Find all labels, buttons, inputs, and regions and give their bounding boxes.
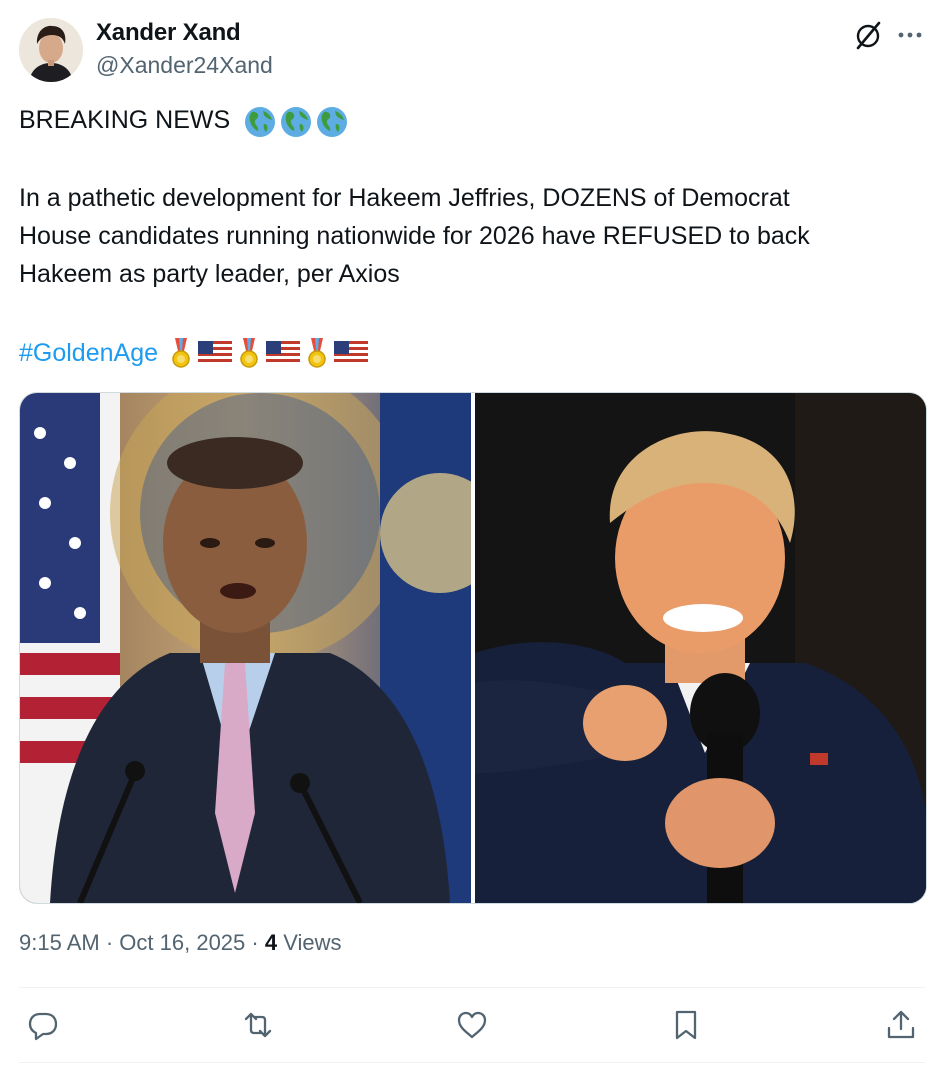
meta-separator: ·: [251, 930, 259, 955]
divider: [19, 1062, 925, 1063]
more-options-icon[interactable]: [893, 20, 927, 50]
tweet-date[interactable]: Oct 16, 2025: [119, 930, 245, 955]
military-medal-icon: [172, 338, 190, 368]
tweet-body-line-3: Hakeem as party leader, per Axios: [19, 260, 400, 288]
hashtag-link[interactable]: #GoldenAge: [19, 339, 158, 368]
tweet-headline: BREAKING NEWS: [19, 106, 231, 134]
military-medal-icon: [308, 338, 326, 368]
tweet-body-line-2: House candidates running nationwide for …: [19, 222, 810, 250]
bookmark-button[interactable]: [669, 1008, 703, 1042]
like-button[interactable]: [455, 1008, 489, 1042]
media-photo-2[interactable]: [475, 393, 926, 903]
reply-button[interactable]: [26, 1008, 60, 1042]
retweet-icon: [244, 1012, 272, 1038]
tweet-media-grid: [19, 392, 927, 904]
like-icon: [457, 1011, 487, 1039]
hashtag-emojis: [170, 337, 369, 369]
views-count: 4: [264, 930, 278, 955]
author-handle[interactable]: @Xander24Xand: [96, 52, 273, 79]
share-button[interactable]: [884, 1008, 918, 1042]
author-avatar[interactable]: [19, 18, 83, 82]
tweet-time[interactable]: 9:15 AM: [19, 930, 100, 955]
meta-separator: ·: [105, 930, 114, 955]
avatar-image: [19, 18, 83, 82]
military-medal-icon: [240, 338, 258, 368]
earth-globe-americas-icon: [245, 107, 275, 137]
tweet-body-line-1: In a pathetic development for Hakeem Jef…: [19, 184, 790, 212]
share-icon: [887, 1010, 915, 1039]
retweet-button[interactable]: [241, 1008, 275, 1042]
bookmark-icon: [675, 1010, 697, 1040]
tweet-meta: 9:15 AM · Oct 16, 2025 · 4 Views: [19, 930, 342, 956]
earth-globe-americas-icon: [281, 107, 311, 137]
hashtag-line: #GoldenAge: [19, 337, 369, 369]
divider: [19, 987, 925, 988]
us-flag-icon: [266, 341, 301, 365]
us-flag-icon: [334, 341, 369, 365]
earth-globe-americas-icon: [317, 107, 347, 137]
author-display-name[interactable]: Xander Xand: [96, 19, 241, 47]
views-label: Views: [283, 930, 342, 955]
us-flag-icon: [198, 341, 233, 365]
media-photo-1[interactable]: [20, 393, 500, 903]
headline-emojis: [244, 106, 348, 138]
tweet: Xander Xand @Xander24Xand BREAKING NEWS: [0, 0, 948, 1066]
reply-icon: [28, 1012, 58, 1041]
grok-icon[interactable]: [850, 18, 886, 54]
